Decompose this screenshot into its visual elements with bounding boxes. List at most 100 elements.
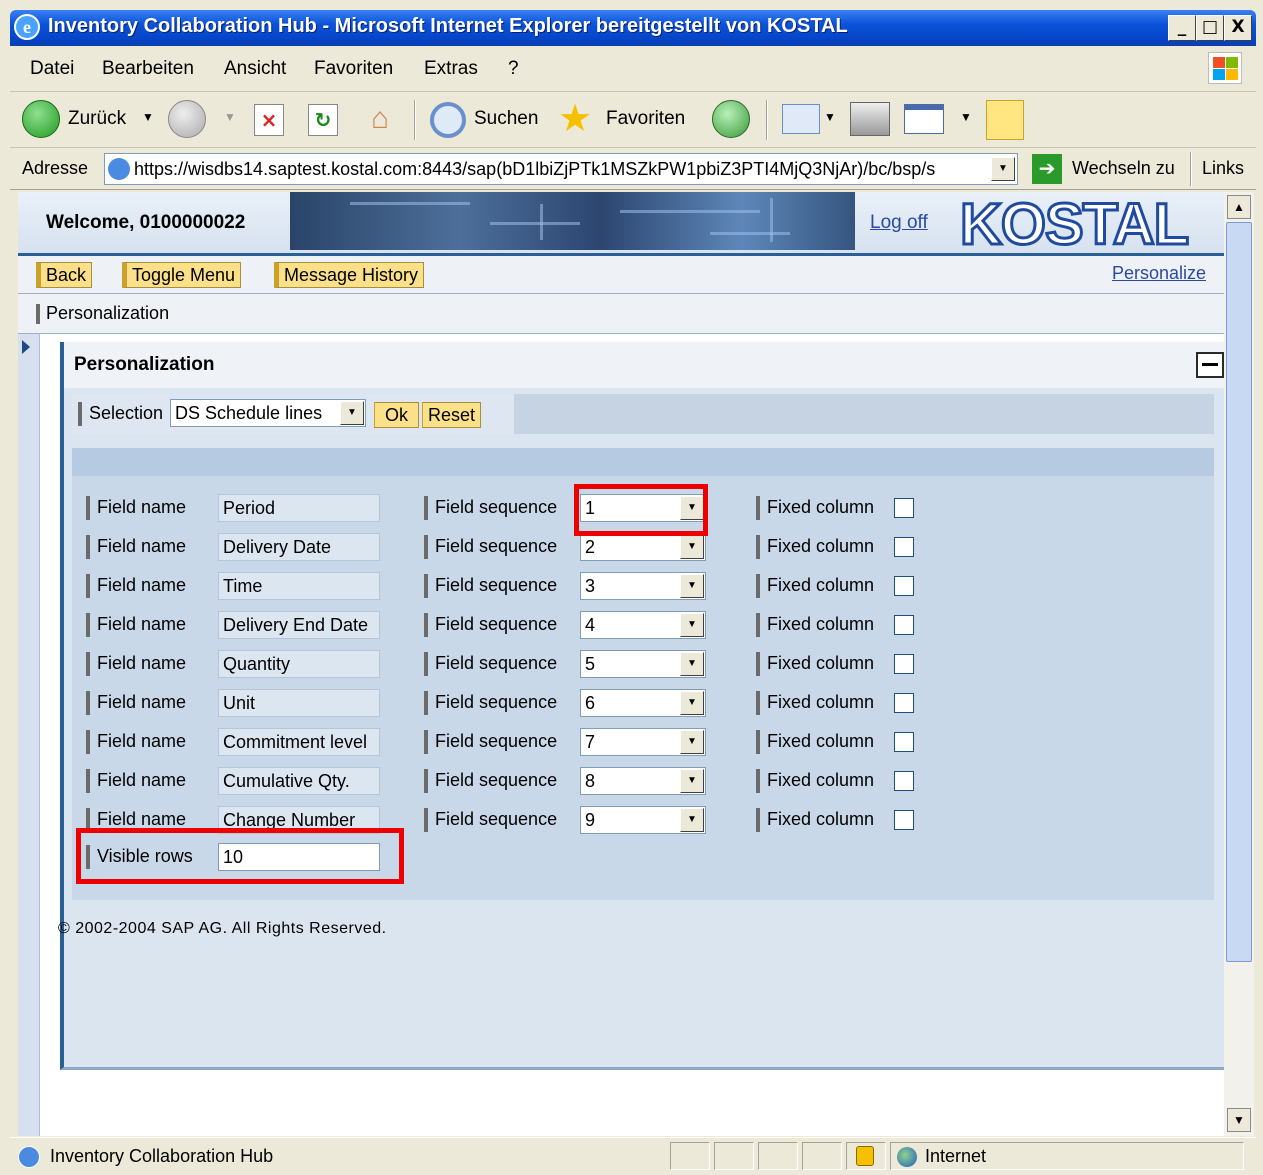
favorites-label[interactable]: Favoriten [606, 108, 685, 130]
go-arrow-icon[interactable]: ➔ [1032, 154, 1062, 184]
notes-icon[interactable] [986, 100, 1024, 140]
ok-button[interactable]: Ok [374, 402, 420, 428]
minimize-button[interactable]: _ [1168, 15, 1196, 41]
menu-extras[interactable]: Extras [424, 58, 478, 80]
ie-logo-icon: e [14, 14, 40, 40]
forward-dropdown-icon[interactable]: ▼ [224, 110, 236, 124]
fixed-column-checkbox[interactable] [894, 732, 914, 752]
field-sequence-dropdown[interactable]: 8 ▼ [580, 767, 706, 795]
chevron-down-icon[interactable]: ▼ [680, 613, 704, 637]
personalize-link[interactable]: Personalize [1112, 263, 1206, 284]
menu-ansicht[interactable]: Ansicht [224, 58, 286, 80]
close-icon: X [1231, 17, 1245, 37]
menu-bearbeiten[interactable]: Bearbeiten [102, 58, 194, 80]
chevron-down-icon[interactable]: ▼ [680, 652, 704, 676]
stop-icon[interactable]: × [254, 104, 284, 136]
go-button[interactable]: Wechseln zu [1072, 158, 1175, 179]
reset-button[interactable]: Reset [422, 402, 482, 428]
fixed-column-checkbox[interactable] [894, 654, 914, 674]
fixed-column-checkbox[interactable] [894, 537, 914, 557]
scroll-up-icon[interactable]: ▲ [1227, 195, 1251, 219]
fixed-column-checkbox[interactable] [894, 693, 914, 713]
field-sequence-label: Field sequence [424, 769, 557, 793]
zone-text: Internet [925, 1146, 987, 1166]
scroll-thumb[interactable] [1226, 222, 1252, 962]
lock-icon [846, 1142, 886, 1170]
copyright-text: © 2002-2004 SAP AG. All Rights Reserved. [58, 920, 387, 937]
chevron-down-icon[interactable]: ▼ [680, 769, 704, 793]
menu-datei[interactable]: Datei [30, 58, 74, 80]
fixed-column-checkbox[interactable] [894, 771, 914, 791]
print-icon[interactable] [850, 102, 890, 136]
nav-row: Back Toggle Menu Message History Persona… [18, 256, 1224, 294]
selection-dropdown[interactable]: DS Schedule lines ▼ [170, 399, 366, 427]
field-sequence-dropdown[interactable]: 5 ▼ [580, 650, 706, 678]
fixed-column-checkbox[interactable] [894, 576, 914, 596]
address-input[interactable]: https://wisdbs14.saptest.kostal.com:8443… [104, 153, 1018, 185]
maximize-button[interactable]: □ [1196, 15, 1224, 41]
field-name-value: Delivery Date [218, 533, 380, 561]
panel-title: Personalization [74, 354, 215, 375]
vertical-scrollbar[interactable]: ▲ ▼ [1224, 192, 1254, 1136]
refresh-icon[interactable]: ↻ [308, 104, 338, 136]
close-button[interactable]: X [1224, 15, 1252, 41]
message-history-button[interactable]: Message History [274, 262, 425, 288]
chevron-down-icon[interactable]: ▼ [680, 808, 704, 832]
mail-dropdown-icon[interactable]: ▼ [824, 110, 836, 124]
chevron-down-icon[interactable]: ▼ [680, 730, 704, 754]
field-sequence-dropdown[interactable]: 3 ▼ [580, 572, 706, 600]
field-sequence-label: Field sequence [424, 574, 557, 598]
field-sequence-dropdown[interactable]: 7 ▼ [580, 728, 706, 756]
chevron-down-icon[interactable]: ▼ [680, 574, 704, 598]
chevron-down-icon[interactable]: ▼ [680, 535, 704, 559]
menu-bar: Datei Bearbeiten Ansicht Favoriten Extra… [10, 46, 1256, 92]
field-sequence-dropdown[interactable]: 6 ▼ [580, 689, 706, 717]
favorites-star-icon[interactable]: ★ [558, 96, 592, 142]
field-sequence-dropdown[interactable]: 9 ▼ [580, 806, 706, 834]
chevron-down-icon[interactable]: ▼ [680, 691, 704, 715]
search-label[interactable]: Suchen [474, 108, 538, 130]
address-dropdown-icon[interactable]: ▼ [991, 157, 1015, 181]
collapse-icon[interactable] [1196, 352, 1224, 378]
mail-icon[interactable] [782, 104, 820, 134]
scroll-down-icon[interactable]: ▼ [1227, 1108, 1251, 1132]
toggle-menu-button[interactable]: Toggle Menu [122, 262, 242, 288]
expand-nav-icon[interactable] [22, 340, 30, 354]
fixed-column-label: Fixed column [756, 535, 874, 559]
back-label[interactable]: Zurück [68, 108, 126, 130]
logoff-link[interactable]: Log off [870, 212, 928, 234]
history-icon[interactable] [712, 100, 750, 138]
browser-toolbar: Zurück ▼ ▼ × ↻ ⌂ Suchen ★ Favoriten ▼ ▼ [10, 92, 1256, 148]
home-icon[interactable]: ⌂ [360, 100, 400, 138]
field-sequence-dropdown[interactable]: 4 ▼ [580, 611, 706, 639]
field-name-label: Field name [86, 652, 186, 676]
kostal-logo: KOSTAL [958, 192, 1190, 257]
minimize-icon: _ [1177, 17, 1187, 37]
fixed-column-checkbox[interactable] [894, 810, 914, 830]
title-bar: e Inventory Collaboration Hub - Microsof… [10, 10, 1256, 46]
field-name-label: Field name [86, 613, 186, 637]
page-content: Welcome, 0100000022 Log off KOSTAL Back … [18, 192, 1224, 1136]
fixed-column-label: Fixed column [756, 574, 874, 598]
fixed-column-checkbox[interactable] [894, 498, 914, 518]
sap-header: Welcome, 0100000022 Log off KOSTAL [18, 192, 1224, 257]
back-dropdown-icon[interactable]: ▼ [142, 110, 154, 124]
search-icon[interactable] [430, 102, 466, 138]
chevron-down-icon[interactable]: ▼ [340, 401, 364, 425]
links-button[interactable]: Links [1202, 158, 1244, 179]
highlight-visible-rows [76, 828, 404, 884]
field-name-label: Field name [86, 691, 186, 715]
forward-arrow-icon[interactable] [168, 100, 206, 138]
menu-help[interactable]: ? [508, 58, 519, 80]
field-sequence-dropdown[interactable]: 2 ▼ [580, 533, 706, 561]
field-sequence-label: Field sequence [424, 496, 557, 520]
fixed-column-checkbox[interactable] [894, 615, 914, 635]
back-button[interactable]: Back [36, 262, 93, 288]
back-arrow-icon[interactable] [22, 100, 60, 138]
menu-favoriten[interactable]: Favoriten [314, 58, 393, 80]
personalization-panel: Personalization Selection DS Schedule li… [44, 342, 1224, 1070]
field-name-value: Commitment level [218, 728, 380, 756]
edit-dropdown-icon[interactable]: ▼ [960, 110, 972, 124]
page-icon [108, 157, 130, 180]
edit-icon[interactable] [904, 104, 944, 134]
